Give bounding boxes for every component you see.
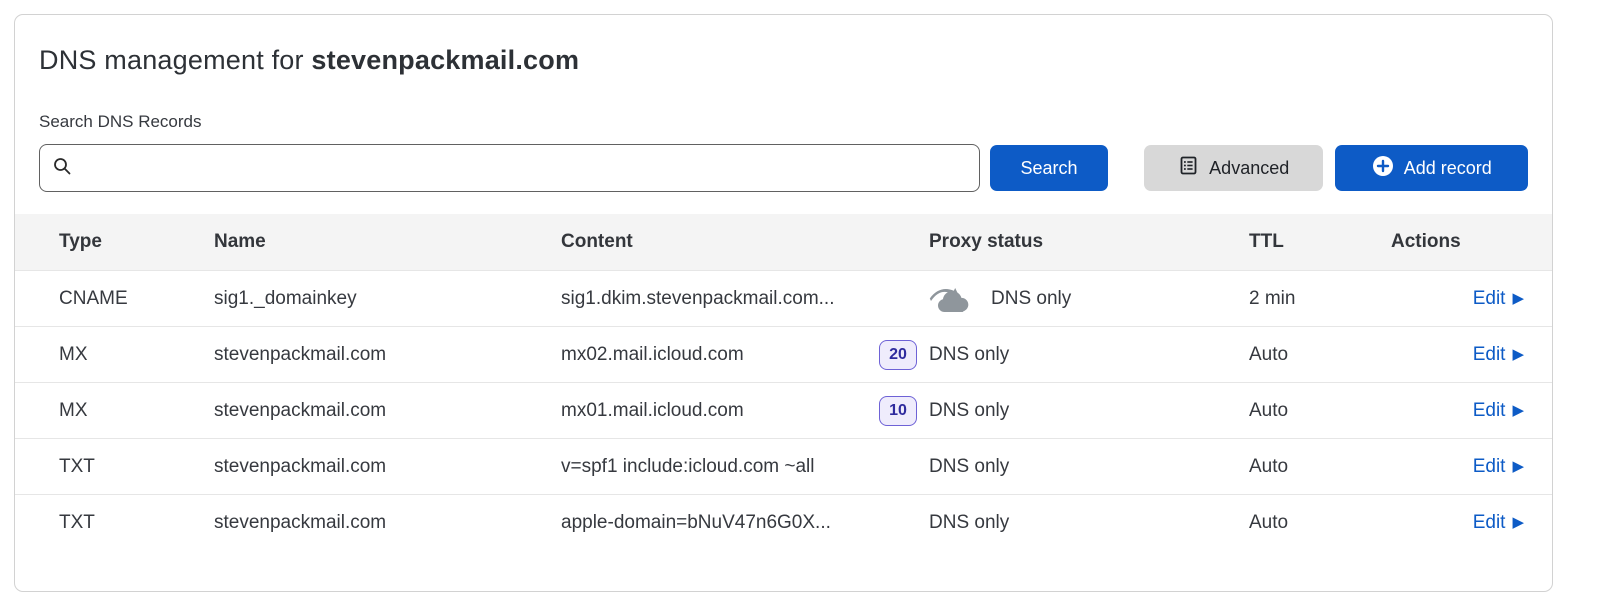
search-label: Search DNS Records [39,112,1528,132]
table-header-row: Type Name Content Proxy status TTL Actio… [15,214,1552,270]
cell-ttl: Auto [1249,400,1391,422]
record-content-text: apple-domain=bNuV47n6G0X... [561,512,831,534]
right-triangle-icon: ▶ [1512,459,1524,474]
cell-actions: Edit ▶ [1391,288,1524,310]
cell-content: apple-domain=bNuV47n6G0X... [561,512,929,534]
advanced-button-label: Advanced [1209,158,1289,179]
cell-actions: Edit ▶ [1391,512,1524,534]
cell-name: stevenpackmail.com [214,400,561,422]
search-input[interactable] [80,158,967,178]
right-triangle-icon: ▶ [1512,347,1524,362]
cell-content: mx01.mail.icloud.com 10 [561,396,929,426]
advanced-button[interactable]: Advanced [1144,145,1324,191]
edit-record-link[interactable]: Edit ▶ [1473,456,1524,478]
column-header-type: Type [59,231,214,253]
cell-actions: Edit ▶ [1391,456,1524,478]
search-toolbar: Search Advanced Add record [39,144,1528,192]
cell-content: mx02.mail.icloud.com 20 [561,340,929,370]
list-document-icon [1178,155,1199,181]
cell-content: v=spf1 include:icloud.com ~all [561,456,929,478]
cell-ttl: 2 min [1249,288,1391,310]
table-row: TXT stevenpackmail.com v=spf1 include:ic… [15,438,1552,494]
proxy-status-text: DNS only [929,512,1009,534]
edit-record-link[interactable]: Edit ▶ [1473,288,1524,310]
dns-records-table: Type Name Content Proxy status TTL Actio… [15,214,1552,550]
table-body: CNAME sig1._domainkey sig1.dkim.stevenpa… [15,270,1552,550]
column-header-ttl: TTL [1249,231,1391,253]
cell-type: MX [59,344,214,366]
column-header-name: Name [214,231,561,253]
edit-link-label: Edit [1473,400,1506,422]
cell-proxy-status: DNS only [929,512,1249,534]
table-row: MX stevenpackmail.com mx02.mail.icloud.c… [15,326,1552,382]
right-triangle-icon: ▶ [1512,403,1524,418]
priority-badge: 10 [879,396,917,426]
cell-name: sig1._domainkey [214,288,561,310]
record-content-text: v=spf1 include:icloud.com ~all [561,456,814,478]
column-header-proxy-status: Proxy status [929,231,1249,253]
cell-ttl: Auto [1249,512,1391,534]
plus-circle-icon [1372,155,1394,182]
cell-proxy-status: DNS only [929,284,1249,314]
edit-link-label: Edit [1473,512,1506,534]
right-triangle-icon: ▶ [1512,291,1524,306]
cell-name: stevenpackmail.com [214,344,561,366]
record-content-text: mx02.mail.icloud.com [561,344,744,366]
proxy-status-text: DNS only [991,288,1071,310]
cell-type: CNAME [59,288,214,310]
proxy-status-text: DNS only [929,344,1009,366]
priority-badge: 20 [879,340,917,370]
cell-name: stevenpackmail.com [214,456,561,478]
edit-link-label: Edit [1473,344,1506,366]
dns-only-cloud-icon [929,284,975,314]
edit-record-link[interactable]: Edit ▶ [1473,512,1524,534]
edit-record-link[interactable]: Edit ▶ [1473,344,1524,366]
table-row: TXT stevenpackmail.com apple-domain=bNuV… [15,494,1552,550]
record-content-text: sig1.dkim.stevenpackmail.com... [561,288,835,310]
add-record-button[interactable]: Add record [1335,145,1528,191]
cell-ttl: Auto [1249,344,1391,366]
cell-proxy-status: DNS only [929,456,1249,478]
add-record-button-label: Add record [1404,158,1492,179]
dns-management-card: DNS management for stevenpackmail.com Se… [14,14,1553,592]
cell-proxy-status: DNS only [929,400,1249,422]
edit-record-link[interactable]: Edit ▶ [1473,400,1524,422]
cell-actions: Edit ▶ [1391,344,1524,366]
cell-actions: Edit ▶ [1391,400,1524,422]
page-title: DNS management for stevenpackmail.com [39,45,1528,76]
cell-proxy-status: DNS only [929,344,1249,366]
cell-type: TXT [59,512,214,534]
search-icon [52,156,72,181]
cell-type: MX [59,400,214,422]
right-triangle-icon: ▶ [1512,515,1524,530]
record-content-text: mx01.mail.icloud.com [561,400,744,422]
column-header-actions: Actions [1391,231,1524,253]
cell-type: TXT [59,456,214,478]
search-input-wrapper[interactable] [39,144,980,192]
proxy-status-text: DNS only [929,400,1009,422]
search-button[interactable]: Search [990,145,1108,191]
cell-name: stevenpackmail.com [214,512,561,534]
table-row: MX stevenpackmail.com mx01.mail.icloud.c… [15,382,1552,438]
column-header-content: Content [561,231,929,253]
search-button-label: Search [1021,158,1078,179]
cell-ttl: Auto [1249,456,1391,478]
page-title-domain: stevenpackmail.com [311,45,579,75]
proxy-status-text: DNS only [929,456,1009,478]
cell-content: sig1.dkim.stevenpackmail.com... [561,288,929,310]
edit-link-label: Edit [1473,288,1506,310]
edit-link-label: Edit [1473,456,1506,478]
table-row: CNAME sig1._domainkey sig1.dkim.stevenpa… [15,270,1552,326]
page-title-prefix: DNS management for [39,45,311,75]
